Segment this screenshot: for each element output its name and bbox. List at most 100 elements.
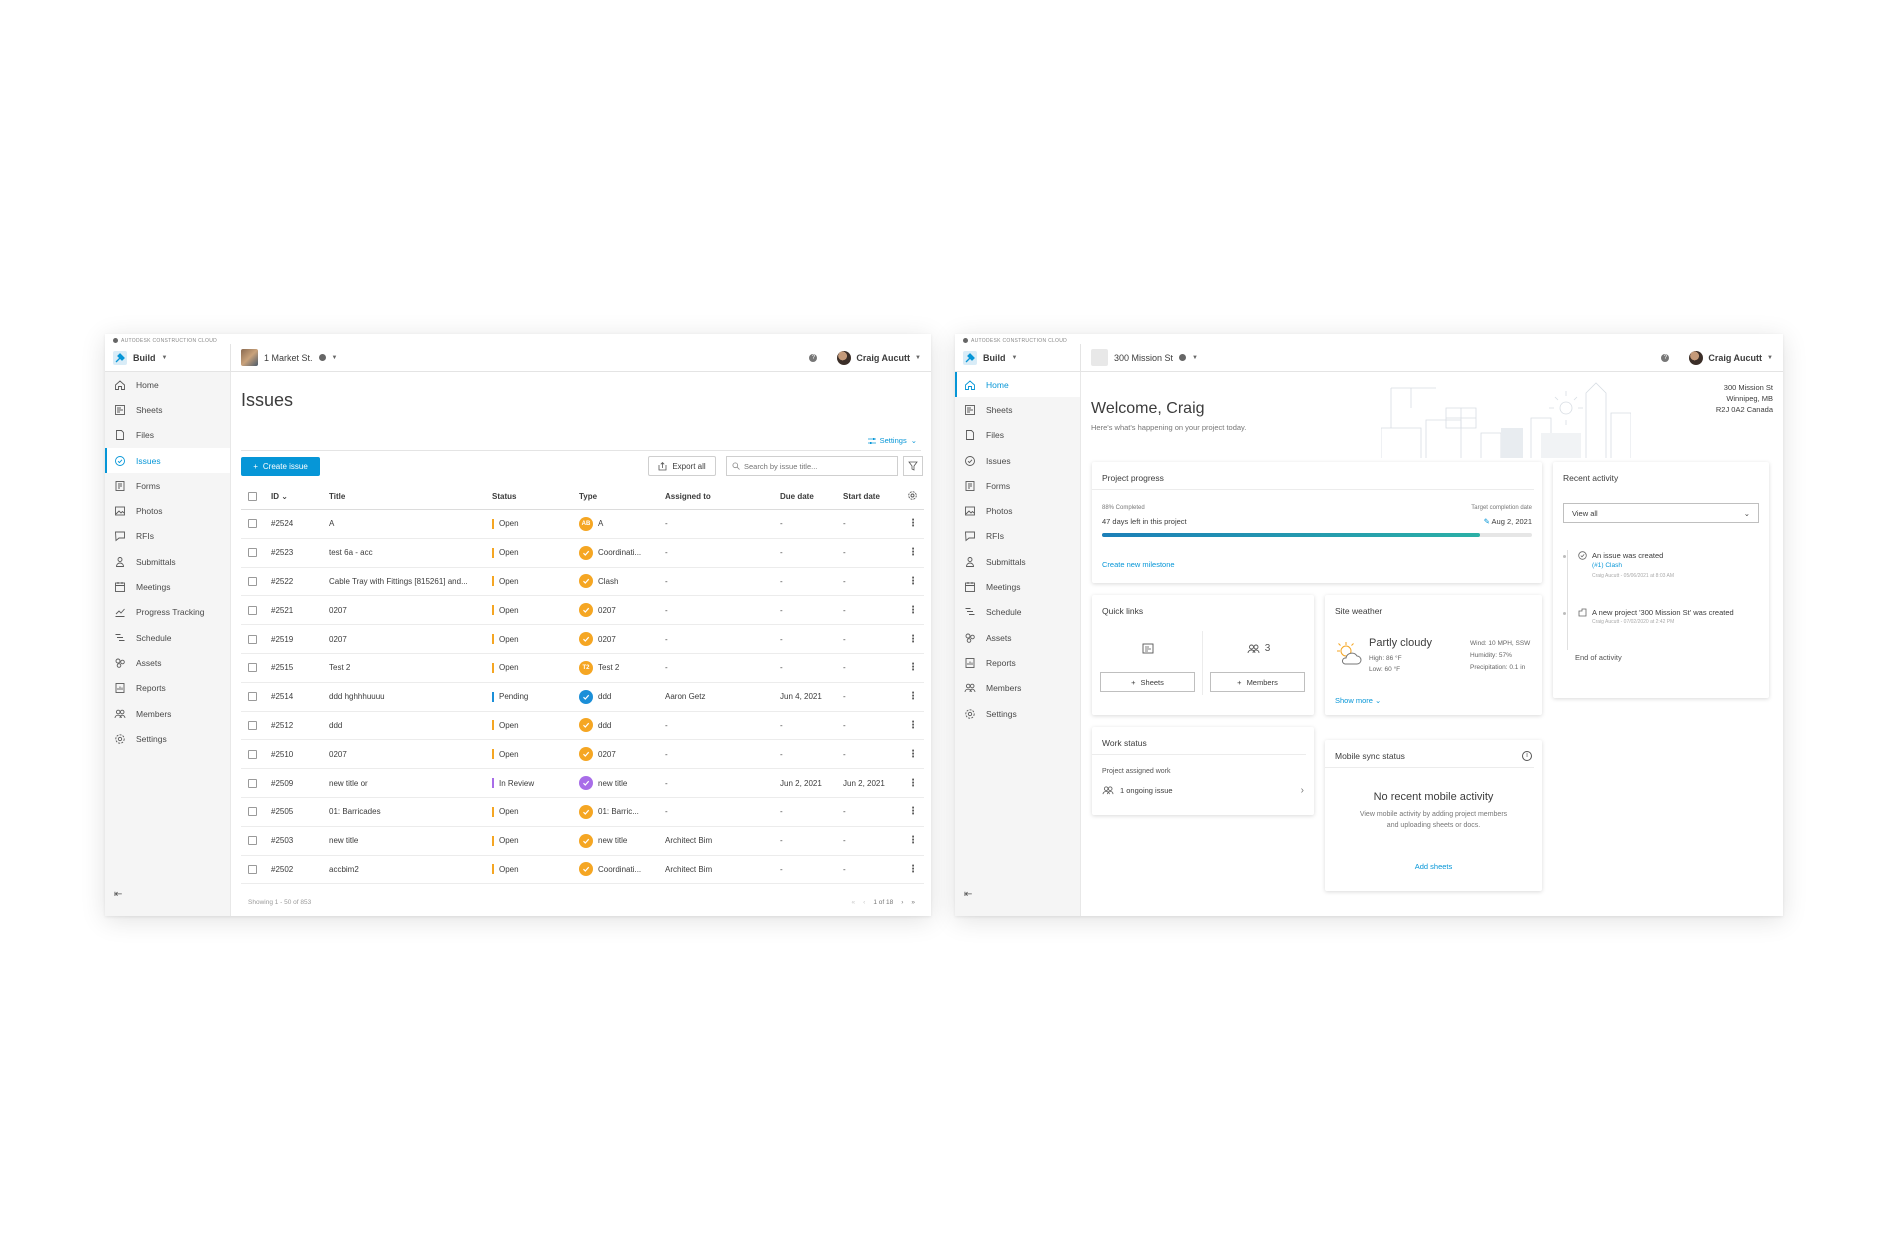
sidebar-item-issues[interactable]: Issues [955, 448, 1080, 473]
more-options-icon[interactable]: ⋮ [908, 720, 918, 731]
table-row[interactable]: #2505 01: Barricades Open 01: Barric... - - - ⋮ [241, 798, 924, 827]
activity-item[interactable]: A new project '300 Mission St' was creat… [1563, 608, 1759, 632]
more-options-icon[interactable]: ⋮ [908, 634, 918, 645]
column-type[interactable]: Type [579, 492, 665, 501]
row-checkbox[interactable] [248, 634, 257, 644]
table-row[interactable]: #2512 ddd Open ddd - - - ⋮ [241, 712, 924, 741]
column-start-date[interactable]: Start date [843, 492, 903, 501]
pencil-icon[interactable]: ✎ [1484, 517, 1490, 526]
column-id[interactable]: ID ⌄ [271, 492, 329, 501]
sidebar-item-assets[interactable]: Assets [955, 625, 1080, 650]
select-all-checkbox[interactable] [248, 492, 257, 501]
row-checkbox[interactable] [248, 663, 257, 673]
issue-title[interactable]: 0207 [329, 635, 492, 644]
sidebar-item-submittals[interactable]: Submittals [955, 549, 1080, 574]
issue-title[interactable]: 0207 [329, 606, 492, 615]
issue-title[interactable]: Test 2 [329, 663, 492, 672]
sidebar-item-files[interactable]: Files [105, 423, 230, 448]
table-row[interactable]: #2519 0207 Open 0207- - - ⋮ [241, 625, 924, 654]
sidebar-item-home[interactable]: Home [955, 372, 1080, 398]
row-checkbox[interactable] [248, 720, 257, 730]
sidebar-item-progress-tracking[interactable]: Progress Tracking [105, 600, 230, 625]
row-checkbox[interactable] [248, 864, 257, 874]
sidebar-item-schedule[interactable]: Schedule [105, 625, 230, 650]
help-icon[interactable]: ? [1661, 353, 1670, 362]
table-row[interactable]: #2523 test 6a - acc Open Coordinati... - - - ⋮ [241, 539, 924, 568]
add-sheets-link[interactable]: Add sheets [1325, 862, 1542, 871]
sidebar-item-issues[interactable]: Issues [105, 447, 230, 474]
row-checkbox[interactable] [248, 576, 257, 586]
more-options-icon[interactable]: ⋮ [908, 662, 918, 673]
search-input[interactable] [744, 461, 894, 471]
sidebar-item-home[interactable]: Home [105, 372, 230, 397]
table-row[interactable]: #2522 Cable Tray with Fittings [815261] a… [241, 568, 924, 597]
more-options-icon[interactable]: ⋮ [908, 749, 918, 760]
next-page-icon[interactable]: › [901, 899, 903, 906]
last-page-icon[interactable]: » [911, 899, 915, 906]
sidebar-item-settings[interactable]: Settings [105, 726, 230, 751]
sidebar-item-reports[interactable]: Reports [955, 650, 1080, 675]
sidebar-item-schedule[interactable]: Schedule [955, 600, 1080, 625]
sidebar-item-sheets[interactable]: Sheets [955, 397, 1080, 422]
table-row[interactable]: #2521 0207 Open 0207- - - ⋮ [241, 596, 924, 626]
table-row[interactable]: #2515 Test 2 Open T2 Test 2- - - ⋮ [241, 654, 924, 683]
row-checkbox[interactable] [248, 548, 257, 558]
help-icon[interactable]: ? [809, 353, 818, 362]
settings-link[interactable]: Settings ⌄ [867, 436, 917, 445]
table-row[interactable]: #2524 A Open AB A - - - ⋮ [241, 510, 924, 539]
more-options-icon[interactable]: ⋮ [908, 864, 918, 875]
issue-title[interactable]: ddd hghhhuuuu [329, 692, 492, 701]
issue-title[interactable]: new title or [329, 779, 492, 788]
row-checkbox[interactable] [248, 778, 257, 788]
sidebar-item-members[interactable]: Members [955, 676, 1080, 701]
row-checkbox[interactable] [248, 836, 257, 846]
more-options-icon[interactable]: ⋮ [908, 835, 918, 846]
issue-title[interactable]: test 6a - acc [329, 548, 492, 557]
row-checkbox[interactable] [248, 749, 257, 759]
column-status[interactable]: Status [492, 492, 579, 501]
issue-title[interactable]: A [329, 519, 492, 528]
row-checkbox[interactable] [248, 807, 257, 817]
prev-page-icon[interactable]: ‹ [863, 899, 865, 906]
more-options-icon[interactable]: ⋮ [908, 691, 918, 702]
more-options-icon[interactable]: ⋮ [908, 605, 918, 616]
sheets-button[interactable]: + Sheets [1100, 672, 1195, 692]
collapse-sidebar-icon[interactable]: ⇤ [964, 889, 972, 900]
row-checkbox[interactable] [248, 605, 257, 615]
sidebar-item-photos[interactable]: Photos [105, 498, 230, 523]
product-switcher[interactable]: Build ▼ [955, 344, 1081, 371]
issue-title[interactable]: accbim2 [329, 865, 492, 874]
column-assigned-to[interactable]: Assigned to [665, 492, 780, 501]
first-page-icon[interactable]: « [852, 899, 856, 906]
user-menu[interactable]: Craig Aucutt ▼ [1689, 350, 1783, 365]
activity-link[interactable]: (#1) Clash [1592, 562, 1622, 569]
project-switcher[interactable]: 300 Mission St ▼ [1081, 349, 1661, 366]
issue-title[interactable]: Cable Tray with Fittings [815261] and... [329, 577, 492, 586]
sidebar-item-meetings[interactable]: Meetings [105, 574, 230, 599]
more-options-icon[interactable]: ⋮ [908, 778, 918, 789]
create-issue-button[interactable]: + Create issue [241, 457, 320, 476]
sidebar-item-submittals[interactable]: Submittals [105, 549, 230, 574]
issue-title[interactable]: new title [329, 836, 492, 845]
sidebar-item-settings[interactable]: Settings [955, 701, 1080, 726]
more-options-icon[interactable]: ⋮ [908, 547, 918, 558]
sidebar-item-photos[interactable]: Photos [955, 498, 1080, 523]
sidebar-item-reports[interactable]: Reports [105, 676, 230, 701]
activity-filter-select[interactable]: View all ⌄ [1563, 503, 1759, 523]
table-row[interactable]: #2509 new title or In Review new title - Jun … [241, 769, 924, 798]
user-menu[interactable]: Craig Aucutt ▼ [837, 350, 931, 365]
more-options-icon[interactable]: ⋮ [908, 576, 918, 587]
table-row[interactable]: #2502 accbim2 Open Coordinati... Architect B… [241, 856, 924, 885]
sidebar-item-assets[interactable]: Assets [105, 650, 230, 675]
table-row[interactable]: #2514 ddd hghhhuuuu Pending ddd Aaron Getz Ju… [241, 683, 924, 712]
sidebar-item-files[interactable]: Files [955, 423, 1080, 448]
sidebar-item-meetings[interactable]: Meetings [955, 574, 1080, 599]
sidebar-item-rfis[interactable]: RFIs [955, 524, 1080, 549]
issue-title[interactable]: 01: Barricades [329, 807, 492, 816]
activity-item[interactable]: An issue was created (#1) Clash Craig Au… [1563, 551, 1759, 581]
row-checkbox[interactable] [248, 692, 257, 702]
row-checkbox[interactable] [248, 519, 257, 529]
issue-title[interactable]: ddd [329, 721, 492, 730]
create-milestone-link[interactable]: Create new milestone [1102, 560, 1175, 569]
project-switcher[interactable]: 1 Market St. ▼ [231, 349, 809, 366]
